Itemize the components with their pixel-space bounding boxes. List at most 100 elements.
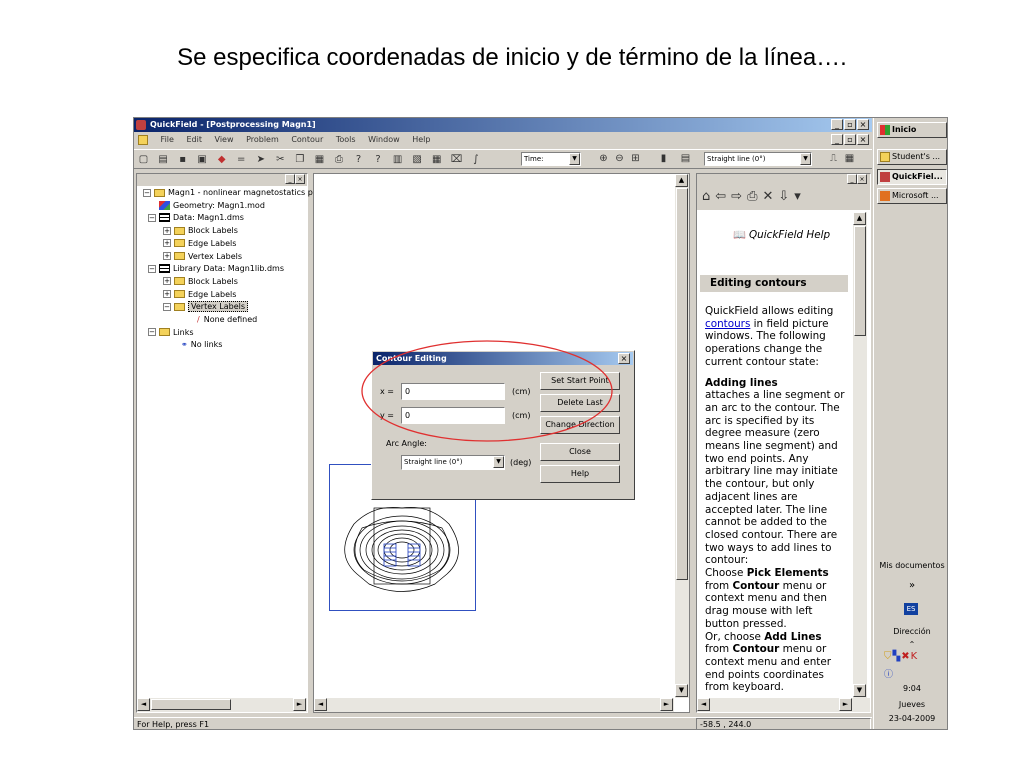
tree-item-geometry[interactable]: Geometry: Magn1.mod — [143, 200, 308, 213]
download-icon[interactable]: ⇩ — [778, 189, 794, 204]
menu-contour[interactable]: Contour — [291, 135, 323, 144]
tree-item-data[interactable]: − Data: Magn1.dms — [143, 212, 308, 225]
tree-item-vertex-labels[interactable]: + Vertex Labels — [143, 251, 308, 264]
mis-documentos-label[interactable]: Mis documentos — [877, 561, 947, 570]
scroll-right-icon[interactable]: ► — [839, 698, 852, 711]
menu-file[interactable]: File — [161, 135, 174, 144]
dialog-close-icon[interactable]: × — [618, 353, 630, 364]
minimize-icon[interactable]: _ — [831, 119, 843, 130]
picture-vscrollbar[interactable]: ▲ ▼ — [675, 174, 689, 698]
shield-icon[interactable]: ⛉ — [884, 651, 893, 662]
collapse-icon[interactable]: − — [148, 213, 156, 222]
tree-item-block-labels[interactable]: + Block Labels — [143, 225, 308, 238]
tree-item-lib-vertex-labels[interactable]: − Vertex Labels — [143, 301, 308, 314]
open-icon[interactable]: ▤ — [157, 153, 170, 166]
pane-close-icon[interactable]: × — [295, 174, 305, 184]
close-icon[interactable]: ✕ — [762, 189, 778, 204]
contours-link[interactable]: contours — [705, 318, 750, 330]
paste-icon[interactable]: ▦ — [313, 153, 326, 166]
help-icon[interactable]: ? — [352, 153, 365, 166]
restore-icon[interactable]: ▫ — [844, 119, 856, 130]
print-icon[interactable]: ⎙ — [332, 153, 345, 166]
arc-angle-select[interactable]: Straight line (0°) ▼ — [401, 455, 505, 470]
antivirus-icon[interactable]: K — [911, 651, 919, 662]
network-icon[interactable]: ▚ — [893, 651, 902, 662]
scroll-left-icon[interactable]: ◄ — [697, 698, 710, 711]
help-button[interactable]: Help — [540, 465, 620, 483]
tree-item-edge-labels[interactable]: + Edge Labels — [143, 238, 308, 251]
cut-icon[interactable]: ✂ — [274, 153, 287, 166]
help-hscrollbar[interactable]: ◄ ► — [697, 698, 870, 712]
scroll-thumb[interactable] — [854, 226, 866, 336]
tree-item-library-data[interactable]: − Library Data: Magn1lib.dms — [143, 263, 308, 276]
info-icon[interactable]: ⓘ — [884, 667, 893, 680]
menu-window[interactable]: Window — [368, 135, 400, 144]
zoom-fit-icon[interactable]: ⊞ — [629, 152, 642, 165]
language-indicator[interactable]: ES — [904, 603, 918, 615]
security-alert-icon[interactable]: ✖ — [901, 651, 910, 662]
field-picture-icon[interactable]: ▥ — [391, 153, 404, 166]
expand-icon[interactable]: + — [163, 290, 171, 299]
scroll-left-icon[interactable]: ◄ — [137, 698, 150, 711]
integral-icon[interactable]: ∫ — [469, 153, 482, 166]
menu-view[interactable]: View — [215, 135, 234, 144]
home-icon[interactable]: ⌂ — [702, 189, 715, 204]
grid-icon[interactable]: ▦ — [843, 152, 856, 165]
tray-chevron-icon[interactable]: ⌃ — [877, 640, 947, 649]
taskbar-item-microsoft[interactable]: Microsoft ... — [877, 188, 947, 204]
scroll-down-icon[interactable]: ▼ — [675, 684, 688, 697]
scroll-thumb[interactable] — [151, 699, 231, 710]
scroll-thumb[interactable] — [676, 188, 688, 580]
back-icon[interactable]: ⇦ — [715, 189, 731, 204]
help-vscrollbar[interactable]: ▲ ▼ — [853, 212, 867, 698]
copy-icon[interactable]: ❐ — [293, 153, 306, 166]
menu-problem[interactable]: Problem — [246, 135, 279, 144]
collapse-icon[interactable]: − — [148, 328, 156, 337]
scroll-down-icon[interactable]: ▼ — [853, 684, 866, 697]
doc-close-icon[interactable]: × — [857, 134, 869, 145]
zoom-out-icon[interactable]: ⊖ — [613, 152, 626, 165]
table-icon[interactable]: ▦ — [430, 153, 443, 166]
tree-item-links[interactable]: − Links — [143, 327, 308, 340]
collapse-icon[interactable]: − — [148, 264, 156, 273]
pane-minimize-icon[interactable]: _ — [285, 174, 295, 184]
contour-icon[interactable]: ⎍ — [827, 152, 840, 165]
solve-icon[interactable]: ➤ — [254, 153, 267, 166]
direccion-label[interactable]: Dirección — [877, 627, 947, 636]
taskbar-item-students[interactable]: Student's ... — [877, 149, 947, 165]
print-icon[interactable]: ⎙ — [747, 189, 762, 204]
plot-icon[interactable]: ⌧ — [450, 153, 463, 166]
start-button[interactable]: Inicio — [877, 122, 947, 138]
menu-edit[interactable]: Edit — [186, 135, 202, 144]
doc-restore-icon[interactable]: ▫ — [844, 134, 856, 145]
tree-item-problem[interactable]: − Magn1 - nonlinear magnetostatics p — [143, 187, 313, 200]
save-all-icon[interactable]: ▣ — [196, 153, 209, 166]
tree-item-lib-block-labels[interactable]: + Block Labels — [143, 276, 308, 289]
time-combo[interactable]: Time: ▼ — [521, 152, 581, 166]
forward-icon[interactable]: ⇨ — [731, 189, 747, 204]
scroll-up-icon[interactable]: ▲ — [853, 212, 866, 225]
tree-item-lib-edge-labels[interactable]: + Edge Labels — [143, 289, 308, 302]
scroll-right-icon[interactable]: ► — [660, 698, 673, 711]
local-values-icon[interactable]: ▧ — [411, 153, 424, 166]
expand-icon[interactable]: + — [163, 277, 171, 286]
tree-item-none-defined[interactable]: / None defined — [143, 314, 308, 327]
new-icon[interactable]: ▢ — [137, 153, 150, 166]
taskbar-item-quickfield[interactable]: QuickFiel... — [877, 169, 947, 185]
pane-minimize-icon[interactable]: _ — [847, 174, 857, 184]
arc-angle-combo[interactable]: Straight line (0°) ▼ — [704, 152, 812, 166]
doc-minimize-icon[interactable]: _ — [831, 134, 843, 145]
scroll-up-icon[interactable]: ▲ — [675, 174, 688, 187]
menu-tools[interactable]: Tools — [336, 135, 356, 144]
context-help-icon[interactable]: ? — [372, 153, 385, 166]
open-folder-icon[interactable]: ▤ — [679, 152, 692, 165]
geometry-icon[interactable]: ◆ — [215, 153, 228, 166]
collapse-icon[interactable]: − — [143, 188, 151, 197]
scroll-left-icon[interactable]: ◄ — [314, 698, 327, 711]
zoom-in-icon[interactable]: ⊕ — [597, 152, 610, 165]
expand-icon[interactable]: + — [163, 252, 171, 261]
chevron-down-icon[interactable]: ▾ — [794, 189, 806, 204]
tree-hscrollbar[interactable]: ◄ ► — [137, 698, 307, 712]
taskbar-chevron[interactable]: » — [877, 580, 947, 591]
close-icon[interactable]: × — [857, 119, 869, 130]
